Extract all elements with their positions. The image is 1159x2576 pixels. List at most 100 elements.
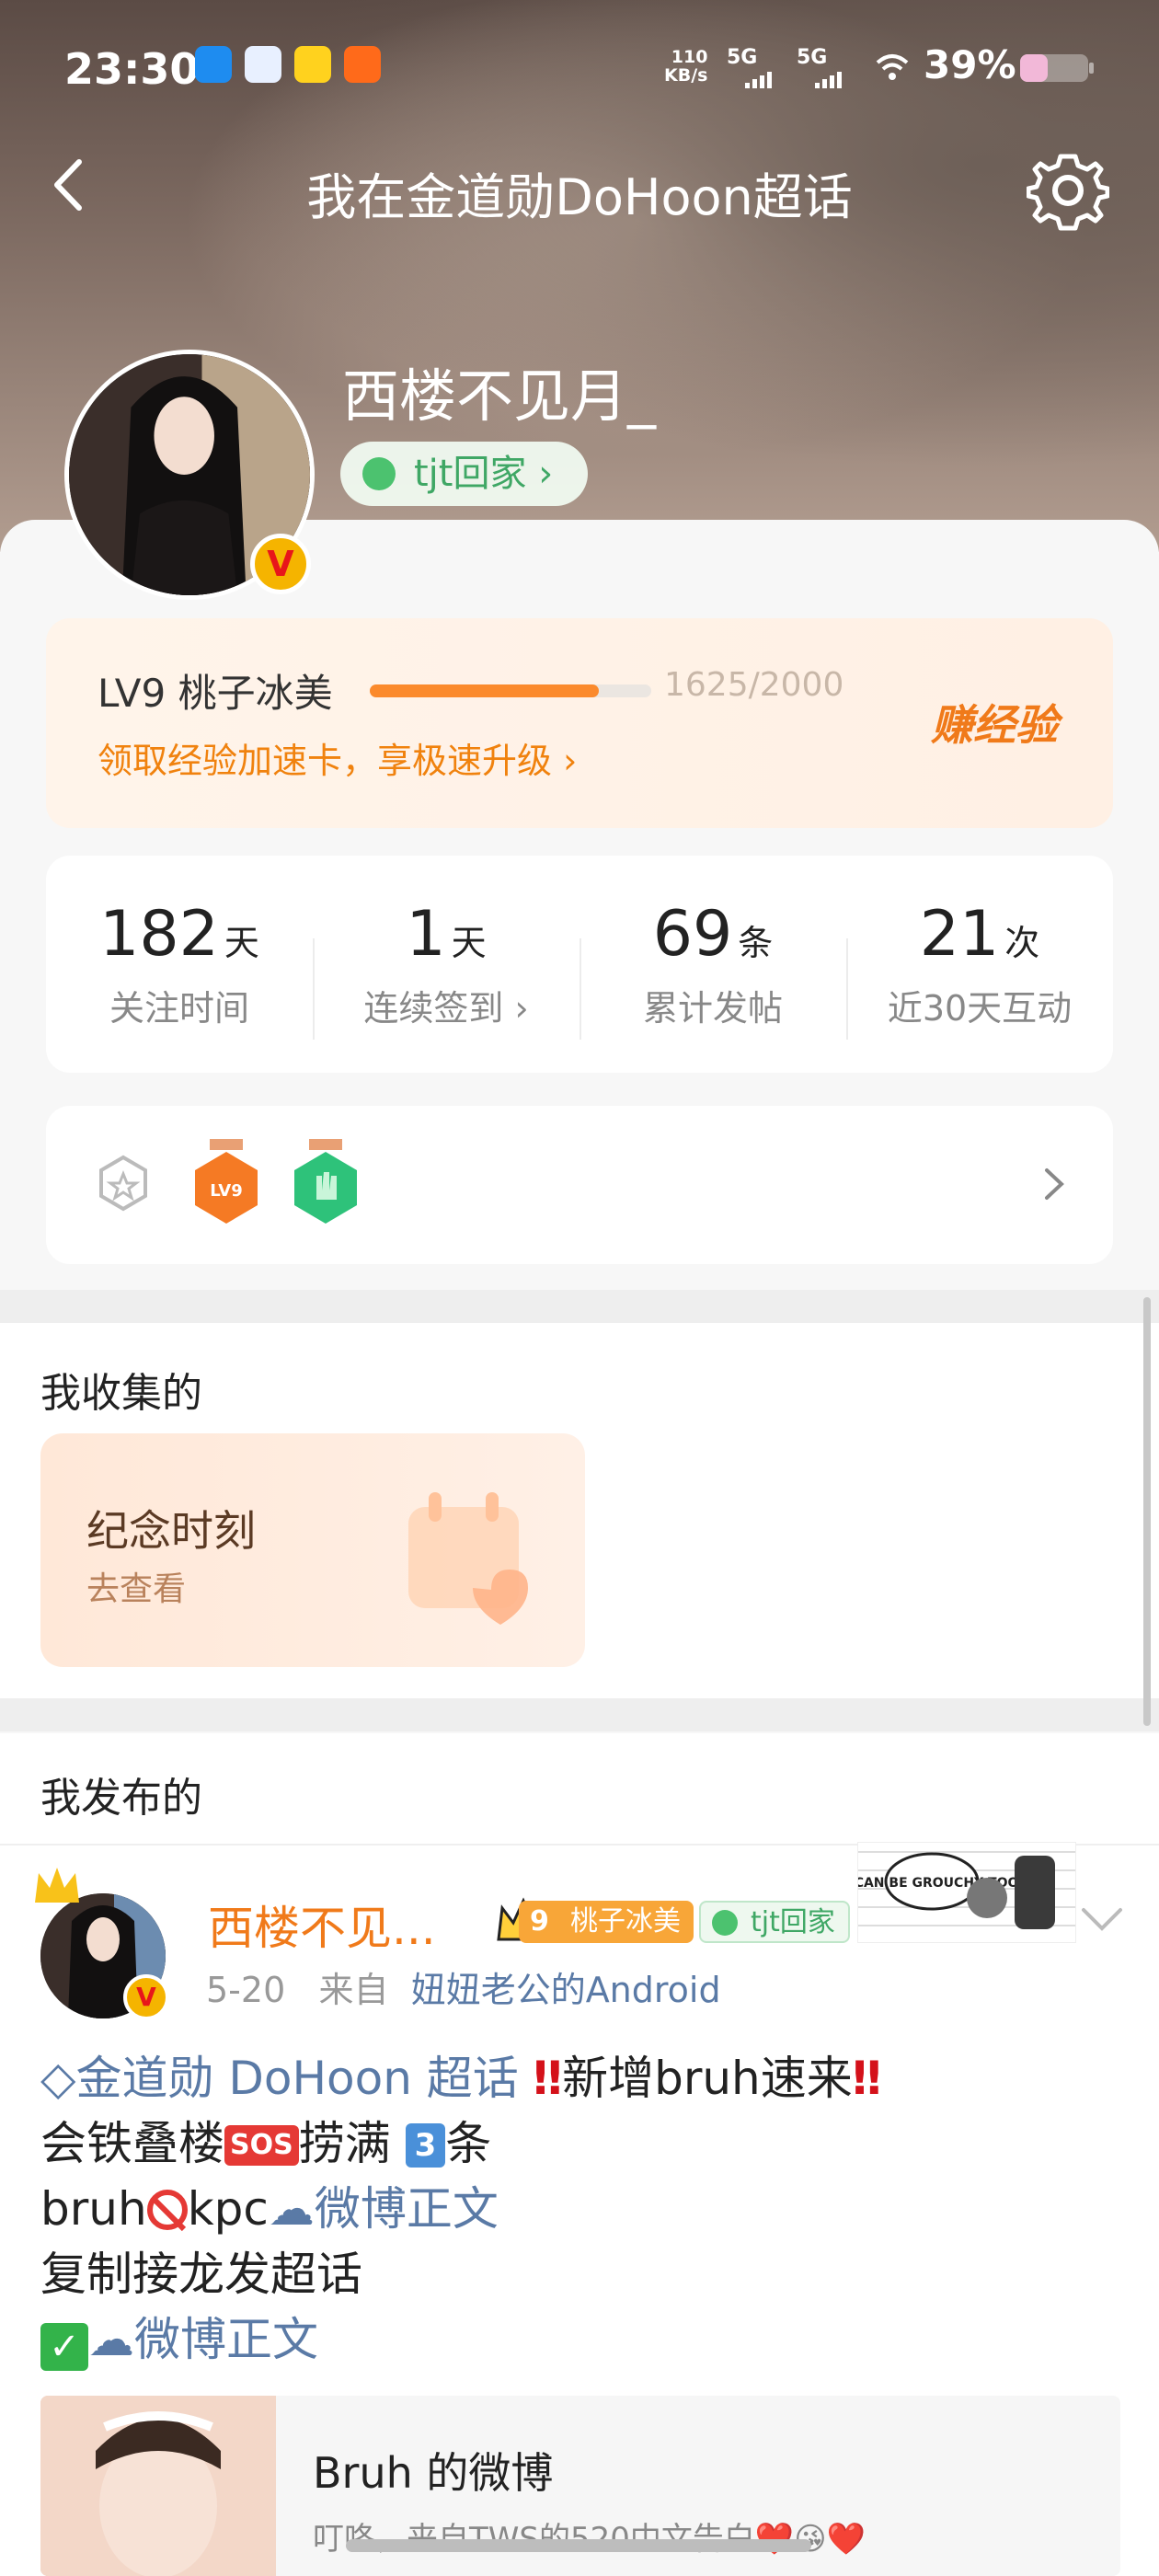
badges-row[interactable]: LV9 [46, 1106, 1113, 1264]
level-number: 9 [530, 1905, 549, 1938]
network-speed: 110 KB/s [664, 47, 708, 86]
post-from-label: 来自 [318, 1970, 389, 2010]
lv9-medal-text: LV9 [210, 1181, 242, 1201]
status-time: 23:30 [64, 44, 200, 94]
sim2-label: 5G [797, 46, 828, 69]
memorial-moments-title: 纪念时刻 [86, 1506, 256, 1556]
weibo-text-link[interactable]: ☁微博正文 [88, 2313, 318, 2366]
repost-photo [40, 2396, 276, 2576]
section-separator [0, 1290, 1159, 1323]
stat-post-count: 69 条 累计发帖 [580, 898, 846, 1030]
weibo-text-link[interactable]: ☁微博正文 [269, 2182, 499, 2236]
status-bar: 23:30 110 KB/s 5G 5G 39% [0, 37, 1159, 101]
post-menu-chevron-icon[interactable] [1074, 1897, 1130, 1941]
collected-section: 我收集的 纪念时刻 去查看 [0, 1323, 1159, 1698]
accelerate-card-label: 领取经验加速卡，享极速升级 [98, 741, 553, 781]
chevron-right-icon: › [538, 453, 554, 495]
battery-icon [1020, 54, 1094, 82]
verified-badge: V [250, 534, 311, 594]
post-text: 条 [445, 2117, 492, 2170]
published-section: 我发布的 V 西楼不见... 9 桃子冰美 tjt回家 I CAN BE GRO… [0, 1733, 1159, 2576]
scrollbar[interactable] [1143, 1297, 1151, 1726]
sim1-label: 5G [727, 46, 758, 69]
shopping-app-icon [294, 46, 331, 83]
post-body: ◇金道勋 DoHoon 超话 ‼新增bruh速来‼ 会铁叠楼 SOS 捞满 3条 b… [40, 2046, 1117, 2373]
double-exclamation-icon: ‼ [533, 2052, 563, 2105]
stat-label: 连续签到 [363, 988, 504, 1029]
weibo-text-label: 微博正文 [134, 2313, 318, 2366]
memorial-moments-sub: 去查看 [86, 1570, 187, 1608]
stat-unit: 天 [224, 923, 259, 963]
post-text: 复制接龙发超话 [40, 2248, 362, 2301]
accelerate-card-link[interactable]: 领取经验加速卡，享极速升级 › [98, 732, 577, 783]
sticker-illustration: I CAN BE GROUCHY TOO [845, 1843, 1075, 1942]
lv9-orange-medal-icon: LV9 [195, 1139, 258, 1224]
group-face-icon [362, 457, 396, 490]
post-meta: 5-20 来自 妞妞老公的Android [206, 1961, 721, 2012]
post-source: 妞妞老公的Android [410, 1970, 721, 2010]
section-title: 我收集的 [40, 1370, 202, 1417]
calendar-heart-icon [408, 1492, 528, 1625]
level-name: 桃子冰美 [570, 1905, 681, 1938]
repost-title: Bruh 的微博 [313, 2448, 554, 2498]
repost-thumbnail [40, 2396, 276, 2576]
settings-button[interactable] [1027, 149, 1109, 232]
stat-value: 182 [99, 898, 219, 971]
medal-outline-icon [99, 1155, 147, 1212]
post-level-badge: 9 桃子冰美 [519, 1901, 694, 1943]
stat-checkin-days[interactable]: 1天 连续签到 › [313, 898, 580, 1030]
earn-exp-button[interactable]: 赚经验 [931, 692, 1058, 753]
post-text: 捞满 [298, 2117, 391, 2170]
cloud-link-icon: ☁ [268, 2182, 315, 2236]
super-topic-label: 金道勋 DoHoon 超话 [75, 2052, 519, 2105]
browser-app-icon [245, 46, 281, 83]
flash-app-icon [344, 46, 381, 83]
sim1-signal-icon [741, 70, 778, 88]
verified-badge: V [123, 1974, 169, 2020]
stat-unit: 次 [1004, 923, 1040, 963]
crown-icon [35, 1868, 79, 1903]
stats-card: 182 天 关注时间 1天 连续签到 › 69 条 累计发帖 21 次 近30天互动 [46, 856, 1113, 1073]
chevron-right-icon: › [503, 988, 529, 1029]
wifi-icon [876, 54, 909, 80]
stat-unit: 条 [738, 923, 774, 963]
stat-label: 累计发帖 [642, 988, 783, 1029]
stat-value: 1 [406, 898, 446, 971]
prohibited-icon [146, 2190, 188, 2230]
post-text: kpc [187, 2182, 269, 2236]
group-tag-button[interactable]: tjt回家 › [340, 442, 589, 506]
stat-value: 69 [652, 898, 733, 971]
chevron-right-icon: › [563, 741, 578, 781]
keycap-three-icon: 3 [405, 2123, 446, 2168]
stat-label: 近30天互动 [887, 988, 1073, 1029]
gear-icon [1027, 154, 1109, 231]
home-indicator[interactable] [346, 2539, 811, 2552]
check-mark-icon: ✓ [40, 2323, 88, 2371]
level-title: LV9 桃子冰美 [98, 671, 333, 716]
post-group-tag: tjt回家 [699, 1901, 850, 1943]
section-title: 我发布的 [40, 1775, 202, 1822]
stat-unit: 天 [451, 923, 487, 963]
cloud-link-icon: ☁ [88, 2313, 134, 2366]
chevron-right-icon [1045, 1168, 1064, 1200]
super-topic-link[interactable]: ◇金道勋 DoHoon 超话 [40, 2052, 534, 2105]
sos-icon: SOS [224, 2125, 299, 2166]
messaging-app-icon [195, 46, 232, 83]
battery-percent: 39% [924, 42, 1016, 87]
level-progress-fill [370, 684, 599, 697]
stat-label: 关注时间 [109, 988, 249, 1029]
grouchy-sticker: I CAN BE GROUCHY TOO [845, 1842, 1076, 1943]
memorial-moments-card[interactable]: 纪念时刻 去查看 [40, 1433, 585, 1667]
group-face-icon [712, 1910, 738, 1936]
level-card: LV9 桃子冰美 1625/2000 领取经验加速卡，享极速升级 › 赚经验 [46, 618, 1113, 828]
post-text: 会铁叠楼 [40, 2117, 224, 2170]
sim2-signal-icon [811, 70, 848, 88]
group-tag-label: tjt回家 [414, 453, 527, 495]
section-separator [0, 1698, 1159, 1731]
green-hand-medal-icon [294, 1139, 357, 1224]
stat-interactions: 21 次 近30天互动 [846, 898, 1113, 1030]
weibo-text-label: 微博正文 [314, 2182, 499, 2236]
post-author-name[interactable]: 西楼不见... [208, 1892, 436, 1958]
diamond-icon: ◇ [40, 2052, 76, 2105]
post-text: bruh [40, 2182, 147, 2236]
